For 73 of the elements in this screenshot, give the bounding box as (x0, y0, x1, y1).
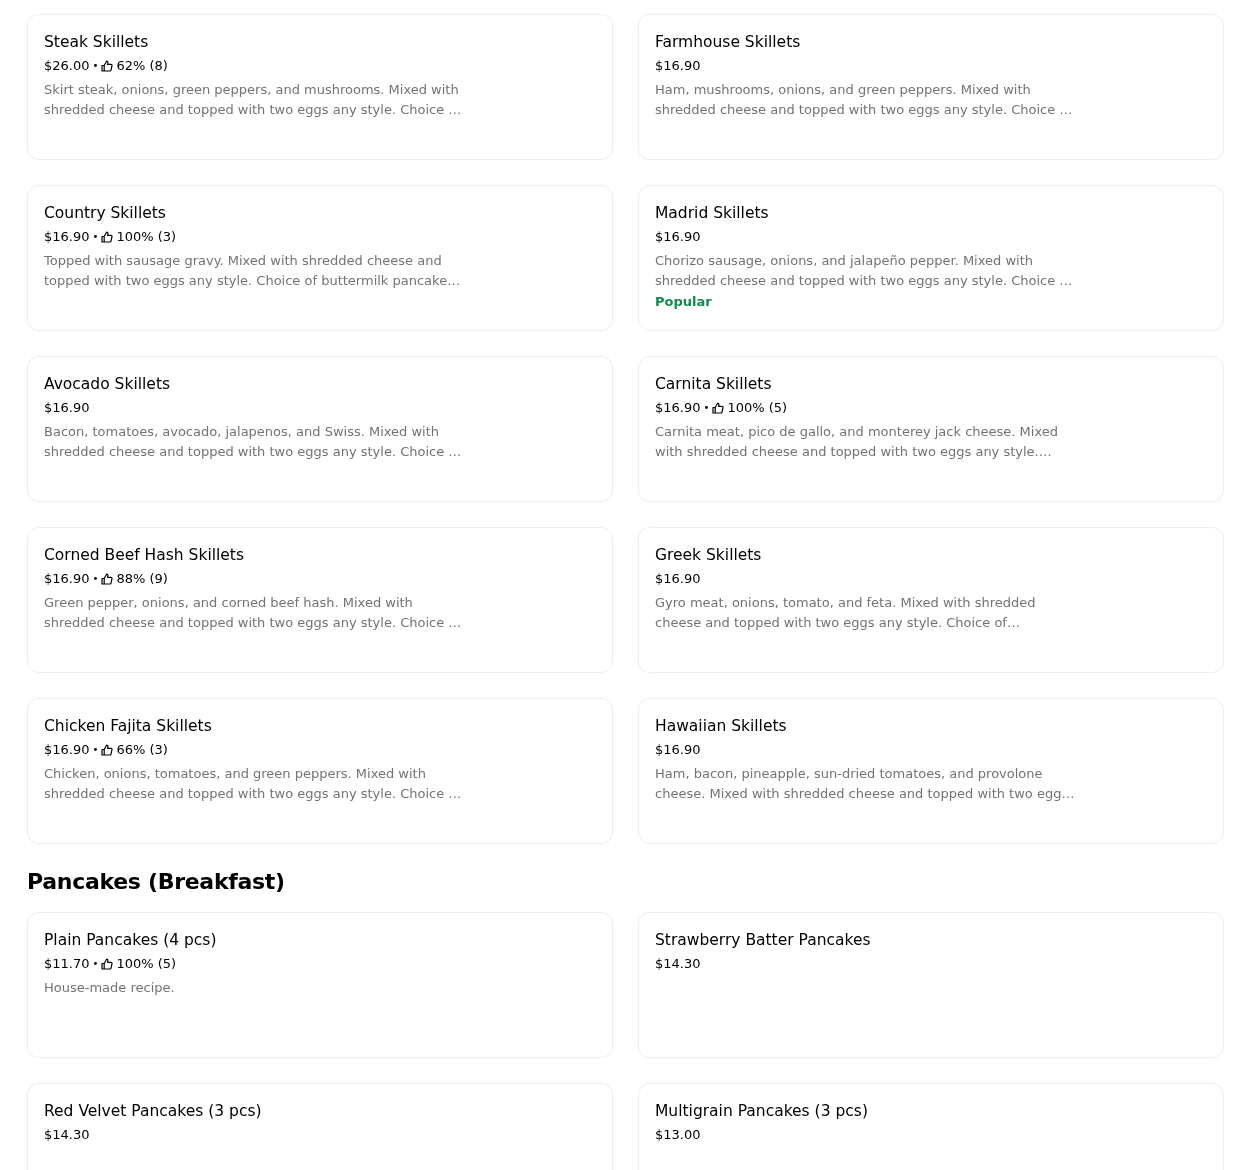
menu-item-card[interactable]: Greek Skillets $16.90 Gyro meat, onions, tomato, and feta. Mixed with shredded cheese and topped with two eggs any style. Choice of… (638, 527, 1224, 673)
item-description: Topped with sausage gravy. Mixed with shredded cheese and topped with two eggs any style. Choice of buttermilk pancake… (44, 252, 462, 290)
item-name: Country Skillets (44, 203, 167, 223)
item-rating: 66% (3) (116, 741, 168, 759)
thumbs-up-icon (101, 744, 114, 756)
thumbs-up-icon (101, 231, 114, 243)
menu-item-card[interactable]: Farmhouse Skillets $16.90 Ham, mushrooms, onions, and green peppers. Mixed with shredded cheese and topped with two eggs any style. Choice … (638, 14, 1224, 160)
item-price: $26.00 (44, 57, 90, 75)
section-heading: Pancakes (Breakfast) (27, 869, 286, 894)
item-price: $14.30 (655, 955, 701, 973)
menu-item-card[interactable]: Hawaiian Skillets $16.90 Ham, bacon, pineapple, sun-dried tomatoes, and provolone cheese. Mixed with shredded cheese and topped with two egg… (638, 698, 1224, 844)
item-name: Carnita Skillets (655, 374, 773, 394)
separator-dot: • (92, 59, 99, 73)
item-price: $16.90 (655, 399, 701, 417)
menu-item-card[interactable]: Red Velvet Pancakes (3 pcs) $14.30 (27, 1083, 613, 1170)
item-description: Skirt steak, onions, green peppers, and mushrooms. Mixed with shredded cheese and topped with two eggs any style. Choice … (44, 81, 463, 119)
item-description: Gyro meat, onions, tomato, and feta. Mixed with shredded cheese and topped with two eggs any style. Choice of… (655, 594, 1037, 632)
item-name: Multigrain Pancakes (3 pcs) (655, 1101, 869, 1121)
separator-dot: • (92, 230, 99, 244)
item-name: Steak Skillets (44, 32, 150, 52)
item-rating: 88% (9) (116, 570, 168, 588)
menu-item-card[interactable]: Country Skillets $16.90 • 100% (3) Topped with sausage gravy. Mixed with shredded cheese and topped with two eggs any style. Choice of buttermilk pancake… (27, 185, 613, 331)
item-name: Farmhouse Skillets (655, 32, 802, 52)
item-price: $16.90 (655, 57, 701, 75)
item-name: Avocado Skillets (44, 374, 172, 394)
item-description: Chorizo sausage, onions, and jalapeño pepper. Mixed with shredded cheese and topped with two eggs any style. Choice … (655, 252, 1074, 290)
separator-dot: • (92, 572, 99, 586)
item-description: House-made recipe. (44, 979, 176, 997)
item-name: Greek Skillets (655, 545, 763, 565)
item-price: $16.90 (655, 570, 701, 588)
item-description: Ham, mushrooms, onions, and green peppers. Mixed with shredded cheese and topped with two eggs any style. Choice … (655, 81, 1074, 119)
item-price: $16.90 (655, 741, 701, 759)
thumbs-up-icon (712, 402, 725, 414)
thumbs-up-icon (101, 573, 114, 585)
item-price: $16.90 (44, 570, 90, 588)
item-name: Chicken Fajita Skillets (44, 716, 213, 736)
item-price: $16.90 (44, 399, 90, 417)
separator-dot: • (92, 957, 99, 971)
item-description: Chicken, onions, tomatoes, and green peppers. Mixed with shredded cheese and topped with two eggs any style. Choice … (44, 765, 463, 803)
item-name: Plain Pancakes (4 pcs) (44, 930, 218, 950)
item-description: Carnita meat, pico de gallo, and monterey jack cheese. Mixed with shredded cheese and topped with two eggs any style.… (655, 423, 1059, 461)
separator-dot: • (703, 401, 710, 415)
item-price: $14.30 (44, 1126, 90, 1144)
menu-item-card[interactable]: Multigrain Pancakes (3 pcs) $13.00 (638, 1083, 1224, 1170)
item-name: Red Velvet Pancakes (3 pcs) (44, 1101, 263, 1121)
item-rating: 62% (8) (116, 57, 168, 75)
separator-dot: • (92, 743, 99, 757)
item-price: $11.70 (44, 955, 90, 973)
menu-item-card[interactable]: Plain Pancakes (4 pcs) $11.70 • 100% (5) House-made recipe. (27, 912, 613, 1058)
item-name: Strawberry Batter Pancakes (655, 930, 872, 950)
menu-item-card[interactable]: Carnita Skillets $16.90 • 100% (5) Carnita meat, pico de gallo, and monterey jack cheese. Mixed with shredded cheese and topped with two eggs any style.… (638, 356, 1224, 502)
item-name: Corned Beef Hash Skillets (44, 545, 246, 565)
popular-label: Popular (655, 293, 713, 311)
menu-item-card[interactable]: Corned Beef Hash Skillets $16.90 • 88% (9) Green pepper, onions, and corned beef hash. Mixed with shredded cheese and topped with two eggs any style. Choice … (27, 527, 613, 673)
item-price: $16.90 (44, 228, 90, 246)
menu-item-card[interactable]: Avocado Skillets $16.90 Bacon, tomatoes, avocado, jalapenos, and Swiss. Mixed with shredded cheese and topped with two eggs any style. Choice … (27, 356, 613, 502)
item-rating: 100% (3) (116, 228, 177, 246)
item-description: Bacon, tomatoes, avocado, jalapenos, and Swiss. Mixed with shredded cheese and topped with two eggs any style. Choice … (44, 423, 463, 461)
menu-item-card[interactable]: Madrid Skillets $16.90 Chorizo sausage, onions, and jalapeño pepper. Mixed with shredded cheese and topped with two eggs any style. Choice … Popular (638, 185, 1224, 331)
menu-item-card[interactable]: Steak Skillets $26.00 • 62% (8) Skirt steak, onions, green peppers, and mushrooms. Mixed with shredded cheese and topped with two eggs any style. Choice … (27, 14, 613, 160)
thumbs-up-icon (101, 958, 114, 970)
menu-item-card[interactable]: Chicken Fajita Skillets $16.90 • 66% (3) Chicken, onions, tomatoes, and green peppers. Mixed with shredded cheese and topped with two eggs any style. Choice … (27, 698, 613, 844)
item-price: $13.00 (655, 1126, 701, 1144)
item-rating: 100% (5) (116, 955, 177, 973)
item-description: Ham, bacon, pineapple, sun-dried tomatoes, and provolone cheese. Mixed with shredded cheese and topped with two egg… (655, 765, 1075, 803)
thumbs-up-icon (101, 60, 114, 72)
item-price: $16.90 (655, 228, 701, 246)
item-description: Green pepper, onions, and corned beef hash. Mixed with shredded cheese and topped with two eggs any style. Choice … (44, 594, 463, 632)
item-price: $16.90 (44, 741, 90, 759)
item-name: Madrid Skillets (655, 203, 770, 223)
item-rating: 100% (5) (727, 399, 788, 417)
item-name: Hawaiian Skillets (655, 716, 788, 736)
menu-item-card[interactable]: Strawberry Batter Pancakes $14.30 (638, 912, 1224, 1058)
